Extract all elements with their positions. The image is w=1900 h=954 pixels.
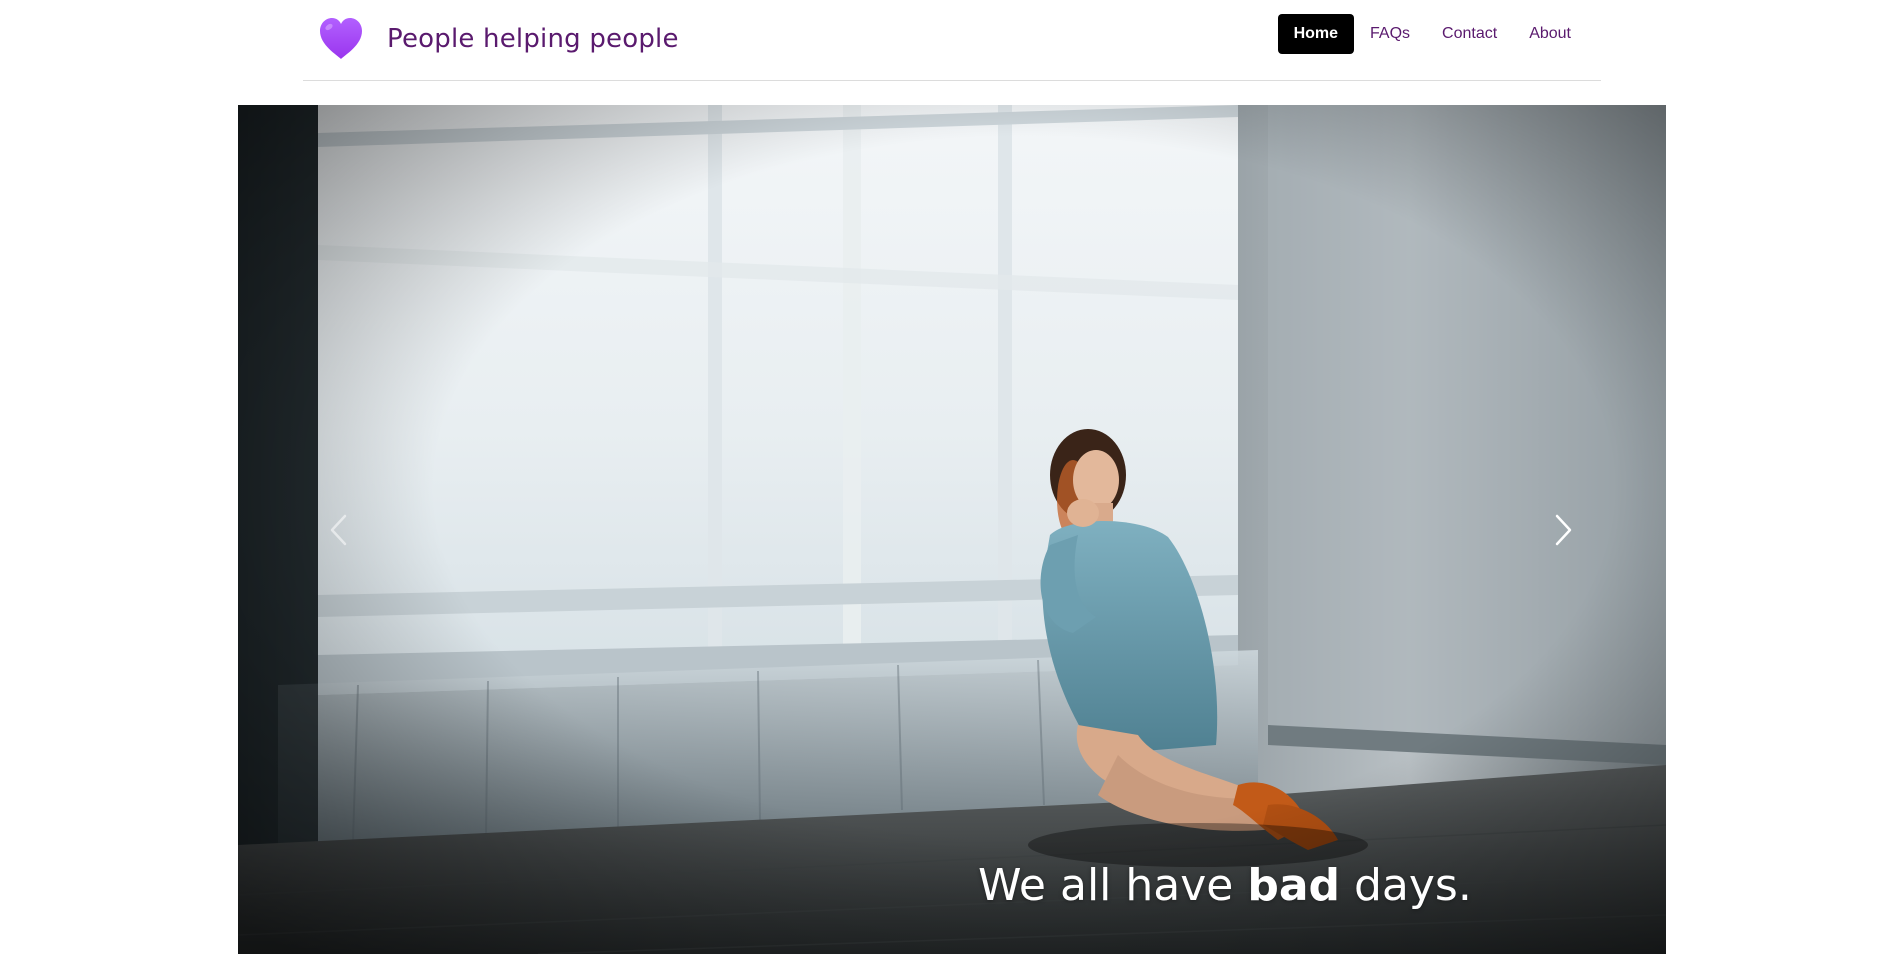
carousel-prev-button[interactable]: [264, 105, 414, 954]
chevron-right-icon: [1555, 514, 1572, 545]
hero-carousel: We all have bad days.: [238, 105, 1666, 954]
nav-about[interactable]: About: [1513, 14, 1587, 54]
nav-contact[interactable]: Contact: [1426, 14, 1513, 54]
hero-slide-image: [238, 105, 1666, 954]
heart-icon: [320, 18, 362, 59]
main-nav: Home FAQs Contact About: [1277, 14, 1587, 54]
chevron-left-icon: [330, 514, 347, 545]
site-title: People helping people: [387, 24, 679, 54]
nav-home[interactable]: Home: [1277, 14, 1355, 54]
slide-caption: We all have bad days.: [978, 860, 1472, 911]
caption-text: We all have: [978, 860, 1248, 911]
brand-link[interactable]: People helping people: [317, 15, 679, 63]
caption-emphasis: bad: [1247, 860, 1341, 911]
carousel-next-button[interactable]: [1488, 105, 1638, 954]
nav-faqs[interactable]: FAQs: [1354, 14, 1426, 54]
caption-text-end: days.: [1340, 860, 1472, 911]
site-header: People helping people Home FAQs Contact …: [303, 0, 1601, 81]
